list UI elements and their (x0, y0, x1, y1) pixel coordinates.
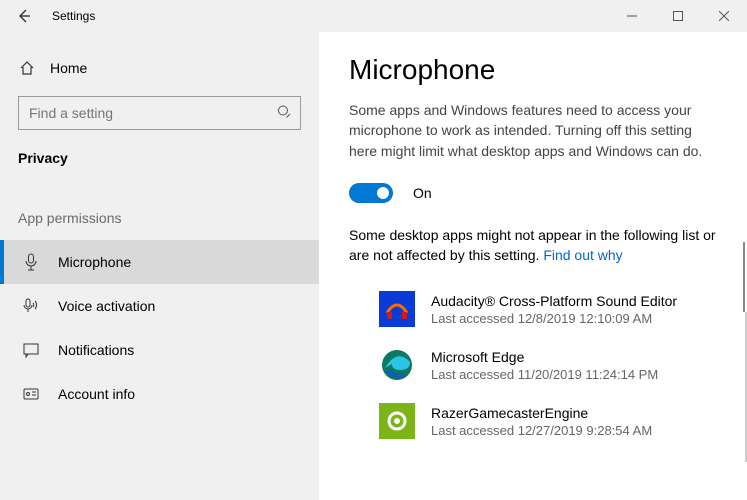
home-label: Home (50, 60, 87, 76)
microphone-toggle[interactable] (349, 183, 393, 203)
scroll-indicator[interactable] (743, 242, 745, 312)
toggle-knob (377, 187, 389, 199)
app-row: Audacity® Cross-Platform Sound Editor La… (349, 281, 721, 337)
sidebar-item-microphone[interactable]: Microphone (0, 240, 319, 284)
find-out-why-link[interactable]: Find out why (543, 247, 622, 263)
app-row: Microsoft Edge Last accessed 11/20/2019 … (349, 337, 721, 393)
sidebar-item-notifications[interactable]: Notifications (0, 328, 319, 372)
app-last-accessed: Last accessed 12/8/2019 12:10:09 AM (431, 311, 677, 326)
sidebar-item-label: Voice activation (58, 298, 155, 314)
sidebar-item-label: Notifications (58, 342, 134, 358)
section-label: App permissions (0, 184, 319, 240)
minimize-button[interactable] (609, 0, 655, 32)
notifications-icon (22, 342, 40, 358)
app-row: RazerGamecasterEngine Last accessed 12/2… (349, 393, 721, 449)
voice-icon (22, 298, 40, 314)
sidebar-item-account-info[interactable]: Account info (0, 372, 319, 416)
app-last-accessed: Last accessed 12/27/2019 9:28:54 AM (431, 423, 652, 438)
titlebar: Settings (0, 0, 747, 32)
sidebar: Home Privacy App permissions Microphone (0, 32, 319, 500)
sidebar-item-label: Account info (58, 386, 135, 402)
app-name: RazerGamecasterEngine (431, 405, 652, 421)
edge-icon (379, 347, 415, 383)
sidebar-item-voice-activation[interactable]: Voice activation (0, 284, 319, 328)
sidebar-item-label: Microphone (58, 254, 131, 270)
home-nav[interactable]: Home (0, 52, 319, 84)
maximize-button[interactable] (655, 0, 701, 32)
razer-icon (379, 403, 415, 439)
sub-description-text: Some desktop apps might not appear in th… (349, 227, 716, 263)
app-last-accessed: Last accessed 11/20/2019 11:24:14 PM (431, 367, 658, 382)
close-icon (719, 11, 729, 21)
maximize-icon (673, 11, 683, 21)
page-title: Microphone (349, 54, 721, 86)
sub-description: Some desktop apps might not appear in th… (349, 225, 721, 266)
app-name: Microsoft Edge (431, 349, 658, 365)
window-title: Settings (52, 9, 95, 23)
back-arrow-icon (16, 8, 32, 24)
search-input[interactable] (18, 96, 301, 130)
microphone-icon (22, 253, 40, 271)
close-button[interactable] (701, 0, 747, 32)
home-icon (18, 60, 36, 76)
page-category: Privacy (0, 144, 319, 184)
toggle-state-label: On (413, 185, 432, 201)
minimize-icon (627, 11, 637, 21)
app-name: Audacity® Cross-Platform Sound Editor (431, 293, 677, 309)
content-pane: Microphone Some apps and Windows feature… (319, 32, 747, 500)
account-icon (22, 386, 40, 402)
audacity-icon (379, 291, 415, 327)
search-icon (277, 105, 291, 122)
back-button[interactable] (8, 0, 40, 32)
page-description: Some apps and Windows features need to a… (349, 100, 721, 161)
